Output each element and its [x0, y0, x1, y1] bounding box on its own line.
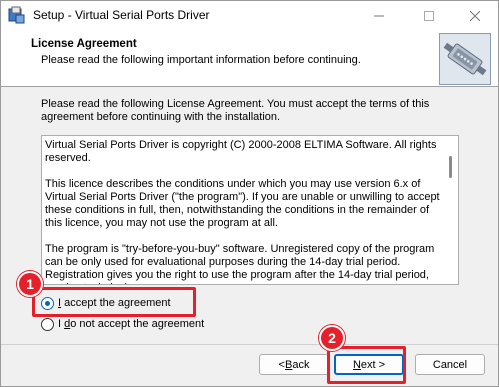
close-icon: [470, 10, 480, 21]
license-text: Virtual Serial Ports Driver is copyright…: [45, 139, 442, 284]
minimize-icon: [374, 15, 384, 16]
footer-separator: [1, 344, 498, 345]
back-button[interactable]: < Back: [259, 354, 329, 375]
license-paragraph: The program is "try-before-you-buy" soft…: [45, 243, 435, 284]
page-header: License Agreement Please read the follow…: [1, 30, 498, 87]
license-paragraph: Virtual Serial Ports Driver is copyright…: [45, 139, 437, 164]
page-title: License Agreement: [31, 38, 137, 50]
license-text-area[interactable]: Virtual Serial Ports Driver is copyright…: [41, 135, 459, 285]
license-scrollbar[interactable]: [443, 136, 458, 284]
serial-port-connector-image: [439, 33, 491, 85]
decline-radio[interactable]: [41, 317, 54, 331]
annotation-marker-2: 2: [319, 325, 345, 351]
annotation-highlight-next: [327, 346, 406, 384]
minimize-button[interactable]: [356, 1, 402, 30]
annotation-marker-1: 1: [17, 271, 43, 297]
license-intro-text: Please read the following License Agreem…: [41, 98, 430, 123]
maximize-icon: [424, 10, 434, 21]
maximize-button[interactable]: [406, 1, 452, 30]
scrollbar-thumb[interactable]: [449, 156, 452, 178]
cancel-button[interactable]: Cancel: [415, 354, 485, 375]
title-bar: Setup - Virtual Serial Ports Driver: [1, 1, 498, 30]
setup-icon: [7, 6, 25, 24]
page-subtitle: Please read the following important info…: [41, 54, 361, 66]
setup-window: Setup - Virtual Serial Ports Driver Lice…: [0, 0, 499, 387]
annotation-highlight-accept: [32, 287, 196, 317]
decline-label[interactable]: I do not accept the agreement: [58, 318, 204, 330]
license-paragraph: This licence describes the conditions un…: [45, 178, 440, 229]
decline-agreement-option[interactable]: I do not accept the agreement: [41, 316, 204, 332]
window-title: Setup - Virtual Serial Ports Driver: [33, 8, 210, 22]
close-button[interactable]: [452, 1, 498, 30]
